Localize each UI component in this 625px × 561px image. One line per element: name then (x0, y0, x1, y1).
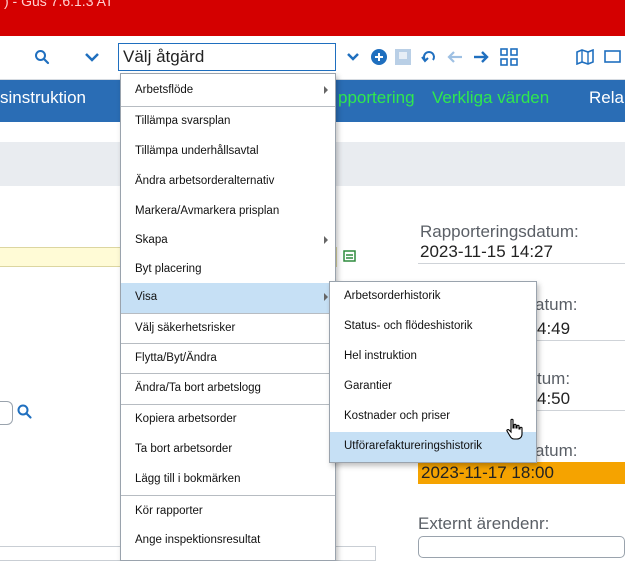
menu-item-andra-arbetslogg[interactable]: Ändra/Ta bort arbetslogg (121, 374, 335, 404)
date-field-2-value: 4:49 (537, 319, 571, 338)
menu-item-ta-bort-arbetsorder[interactable]: Ta bort arbetsorder (121, 435, 335, 465)
lookup-input[interactable] (0, 401, 13, 425)
menu-item-label: Kör rapporter (135, 505, 203, 517)
workflow-icon[interactable] (497, 44, 521, 70)
action-menu: Arbetsflöde Tillämpa svarsplan Tillämpa … (120, 73, 336, 561)
menu-item-label: Byt placering (135, 263, 202, 275)
window-title: ) - Gus 7.6.1.3 AT (4, 0, 114, 9)
menu-item-label: Välj säkerhetsrisker (135, 322, 236, 334)
map-icon[interactable] (573, 44, 597, 70)
date-field-4-value-box: 2023-11-17 18:00 (418, 462, 625, 484)
submenu-arrow-icon (324, 236, 328, 244)
title-bar: ) - Gus 7.6.1.3 AT (0, 0, 625, 36)
menu-item-arbetsflode[interactable]: Arbetsflöde (121, 76, 335, 106)
menu-item-label: Skapa (135, 234, 168, 246)
menu-item-byt-placering[interactable]: Byt placering (121, 255, 335, 285)
date-field-4-label: atum: (535, 441, 578, 460)
tab-relaterade[interactable]: Rela (589, 88, 624, 108)
forward-arrow-icon[interactable] (469, 44, 493, 70)
menu-item-label: Arbetsorderhistorik (344, 290, 441, 302)
menu-item-tillampa-underhallsavtal[interactable]: Tillämpa underhållsavtal (121, 137, 335, 167)
menu-item-label: Utförarefaktureringshistorik (344, 440, 483, 452)
action-select[interactable]: Välj åtgärd (118, 43, 336, 71)
menu-item-kopiera-arbetsorder[interactable]: Kopiera arbetsorder (121, 405, 335, 435)
menu-item-label: Kostnader och priser (344, 410, 451, 422)
screen-icon[interactable] (600, 44, 624, 70)
submenu-item-garantier[interactable]: Garantier (330, 372, 536, 402)
date-field-4-value: 2023-11-17 18:00 (421, 463, 554, 482)
tab-rapportering[interactable]: pportering (338, 88, 415, 108)
rapporteringsdatum-label: Rapporteringsdatum: (420, 222, 579, 241)
divider (537, 410, 625, 411)
menu-item-ange-inspektionsresultat[interactable]: Ange inspektionsresultat (121, 526, 335, 556)
date-field-3-label: tum: (537, 369, 571, 388)
undo-icon[interactable] (417, 44, 441, 70)
menu-item-flytta-byt-andra[interactable]: Flytta/Byt/Ändra (121, 344, 335, 374)
menu-item-label: Flytta/Byt/Ändra (135, 352, 217, 364)
back-arrow-icon[interactable] (443, 44, 467, 70)
menu-item-label: Ändra/Ta bort arbetslogg (135, 382, 261, 394)
menu-item-markera-prisplan[interactable]: Markera/Avmarkera prisplan (121, 197, 335, 227)
menu-item-skapa[interactable]: Skapa (121, 226, 335, 256)
chevron-down-icon[interactable] (80, 44, 104, 70)
menu-item-label: Ändra arbetsorderalternativ (135, 175, 275, 187)
divider (537, 340, 625, 341)
calendar-icon[interactable] (343, 249, 356, 262)
submenu-item-status-flodeshistorik[interactable]: Status- och flödeshistorik (330, 312, 536, 342)
menu-item-kor-rapporter[interactable]: Kör rapporter (121, 497, 335, 527)
menu-item-label: Lägg till i bokmärken (135, 473, 241, 485)
menu-item-label: Markera/Avmarkera prisplan (135, 205, 280, 217)
menu-separator (121, 495, 335, 496)
menu-item-andra-arbetsorderalternativ[interactable]: Ändra arbetsorderalternativ (121, 167, 335, 197)
menu-item-label: Tillämpa svarsplan (135, 115, 231, 127)
submenu-item-arbetsorderhistorik[interactable]: Arbetsorderhistorik (330, 282, 536, 312)
hand-cursor-icon (505, 418, 523, 440)
menu-item-label: Status- och flödeshistorik (344, 320, 473, 332)
action-select-value: Välj åtgärd (123, 47, 205, 66)
save-icon[interactable] (391, 44, 415, 70)
search-icon[interactable] (16, 403, 34, 421)
tab-verkliga-varden[interactable]: Verkliga värden (432, 88, 549, 108)
divider (418, 263, 625, 264)
application-window: ) - Gus 7.6.1.3 AT Välj åtgärd sinstrukt… (0, 0, 625, 561)
menu-item-lagg-till-bokmarken[interactable]: Lägg till i bokmärken (121, 465, 335, 495)
date-field-3-value: 4:50 (537, 389, 571, 408)
submenu-arrow-icon (324, 86, 328, 94)
menu-item-label: Tillämpa underhållsavtal (135, 145, 259, 157)
menu-item-label: Hel instruktion (344, 350, 417, 362)
menu-item-label: Ta bort arbetsorder (135, 443, 233, 455)
menu-item-label: Ange inspektionsresultat (135, 534, 261, 546)
submenu-item-hel-instruktion[interactable]: Hel instruktion (330, 342, 536, 372)
chevron-down-icon[interactable] (341, 44, 365, 70)
menu-item-label: Arbetsflöde (135, 84, 194, 96)
menu-item-valj-sakerhetsrisker[interactable]: Välj säkerhetsrisker (121, 314, 335, 344)
menu-item-visa[interactable]: Visa (121, 283, 335, 313)
menu-item-label: Visa (135, 291, 158, 303)
rapporteringsdatum-value: 2023-11-15 14:27 (420, 242, 553, 261)
menu-item-label: Kopiera arbetsorder (135, 413, 237, 425)
search-icon[interactable] (30, 44, 54, 70)
menu-item-label: Garantier (344, 380, 392, 392)
submenu-arrow-icon (324, 293, 328, 301)
date-field-2-label: atum: (535, 295, 578, 314)
externt-arendenr-input[interactable] (418, 536, 625, 558)
add-circle-icon[interactable] (367, 44, 391, 70)
externt-arendenr-label: Externt ärendenr: (418, 514, 550, 533)
tab-arbetsinstruktion[interactable]: sinstruktion (0, 88, 86, 108)
menu-item-tillampa-svarsplan[interactable]: Tillämpa svarsplan (121, 107, 335, 137)
